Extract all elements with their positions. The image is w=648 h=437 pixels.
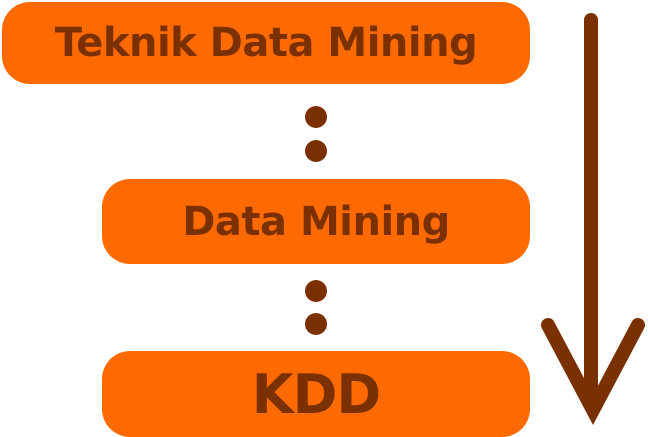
box-teknik-data-mining-label: Teknik Data Mining bbox=[54, 20, 478, 66]
connector-dot bbox=[305, 106, 327, 128]
box-teknik-data-mining: Teknik Data Mining bbox=[2, 2, 530, 84]
box-data-mining: Data Mining bbox=[102, 179, 530, 264]
box-data-mining-label: Data Mining bbox=[182, 198, 450, 245]
connector-dot bbox=[305, 280, 327, 302]
connector-dot bbox=[305, 140, 327, 162]
connector-dot bbox=[305, 313, 327, 335]
box-kdd-label: KDD bbox=[251, 362, 381, 426]
box-kdd: KDD bbox=[102, 351, 530, 437]
